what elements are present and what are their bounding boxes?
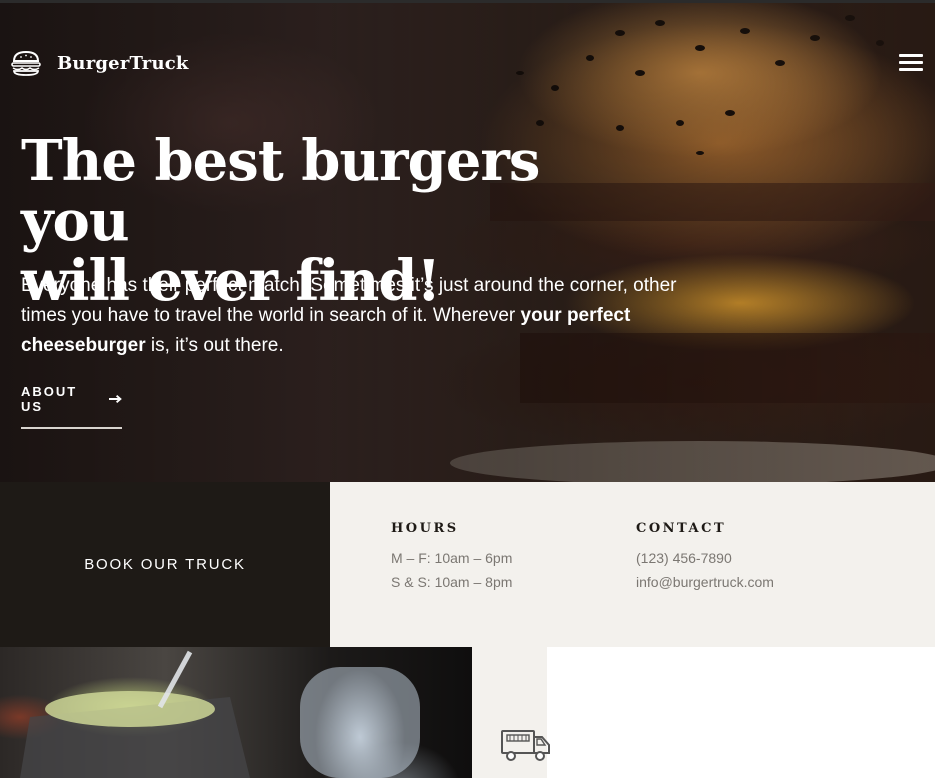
book-truck-panel: BOOK OUR TRUCK [0,482,330,647]
hero-text-part-2: is, it’s out there. [145,335,284,356]
brand-name: BurgerTruck [57,52,189,74]
hours-heading: HOURS [391,521,459,536]
hours-weekend: S & S: 10am – 8pm [391,574,513,590]
about-us-label: ABOUT US [21,384,78,414]
hours-weekday: M – F: 10am – 6pm [391,550,513,566]
hours-column: HOURS M – F: 10am – 6pm S & S: 10am – 8p… [391,521,512,594]
book-truck-button[interactable]: BOOK OUR TRUCK [84,556,246,573]
contact-email[interactable]: info@burgertruck.com [636,570,774,594]
food-photo [0,647,472,778]
info-panel: HOURS M – F: 10am – 6pm S & S: 10am – 8p… [330,482,935,647]
contact-heading: CONTACT [636,521,727,536]
hero-description: Everyone has their perfect match. Someti… [21,271,691,361]
hero-text-bold-2: cheeseburger [21,335,146,356]
contact-phone[interactable]: (123) 456-7890 [636,546,774,570]
hero-text-bold-1: your perfect [520,305,631,326]
about-us-link[interactable]: ABOUT US [21,384,122,429]
hero-title-line-1: The best burgers you [21,128,540,254]
content-panel [547,647,935,778]
brand-logo[interactable]: BurgerTruck [10,49,189,77]
burger-icon [11,50,41,76]
arrow-right-icon [108,394,122,404]
food-truck-icon [501,730,550,761]
contact-column: CONTACT (123) 456-7890 info@burgertruck.… [636,521,774,594]
food-photo-shapes [20,650,420,778]
hamburger-menu-icon[interactable] [899,54,923,72]
hero-section: BurgerTruck The best burgers you will ev… [0,3,935,482]
